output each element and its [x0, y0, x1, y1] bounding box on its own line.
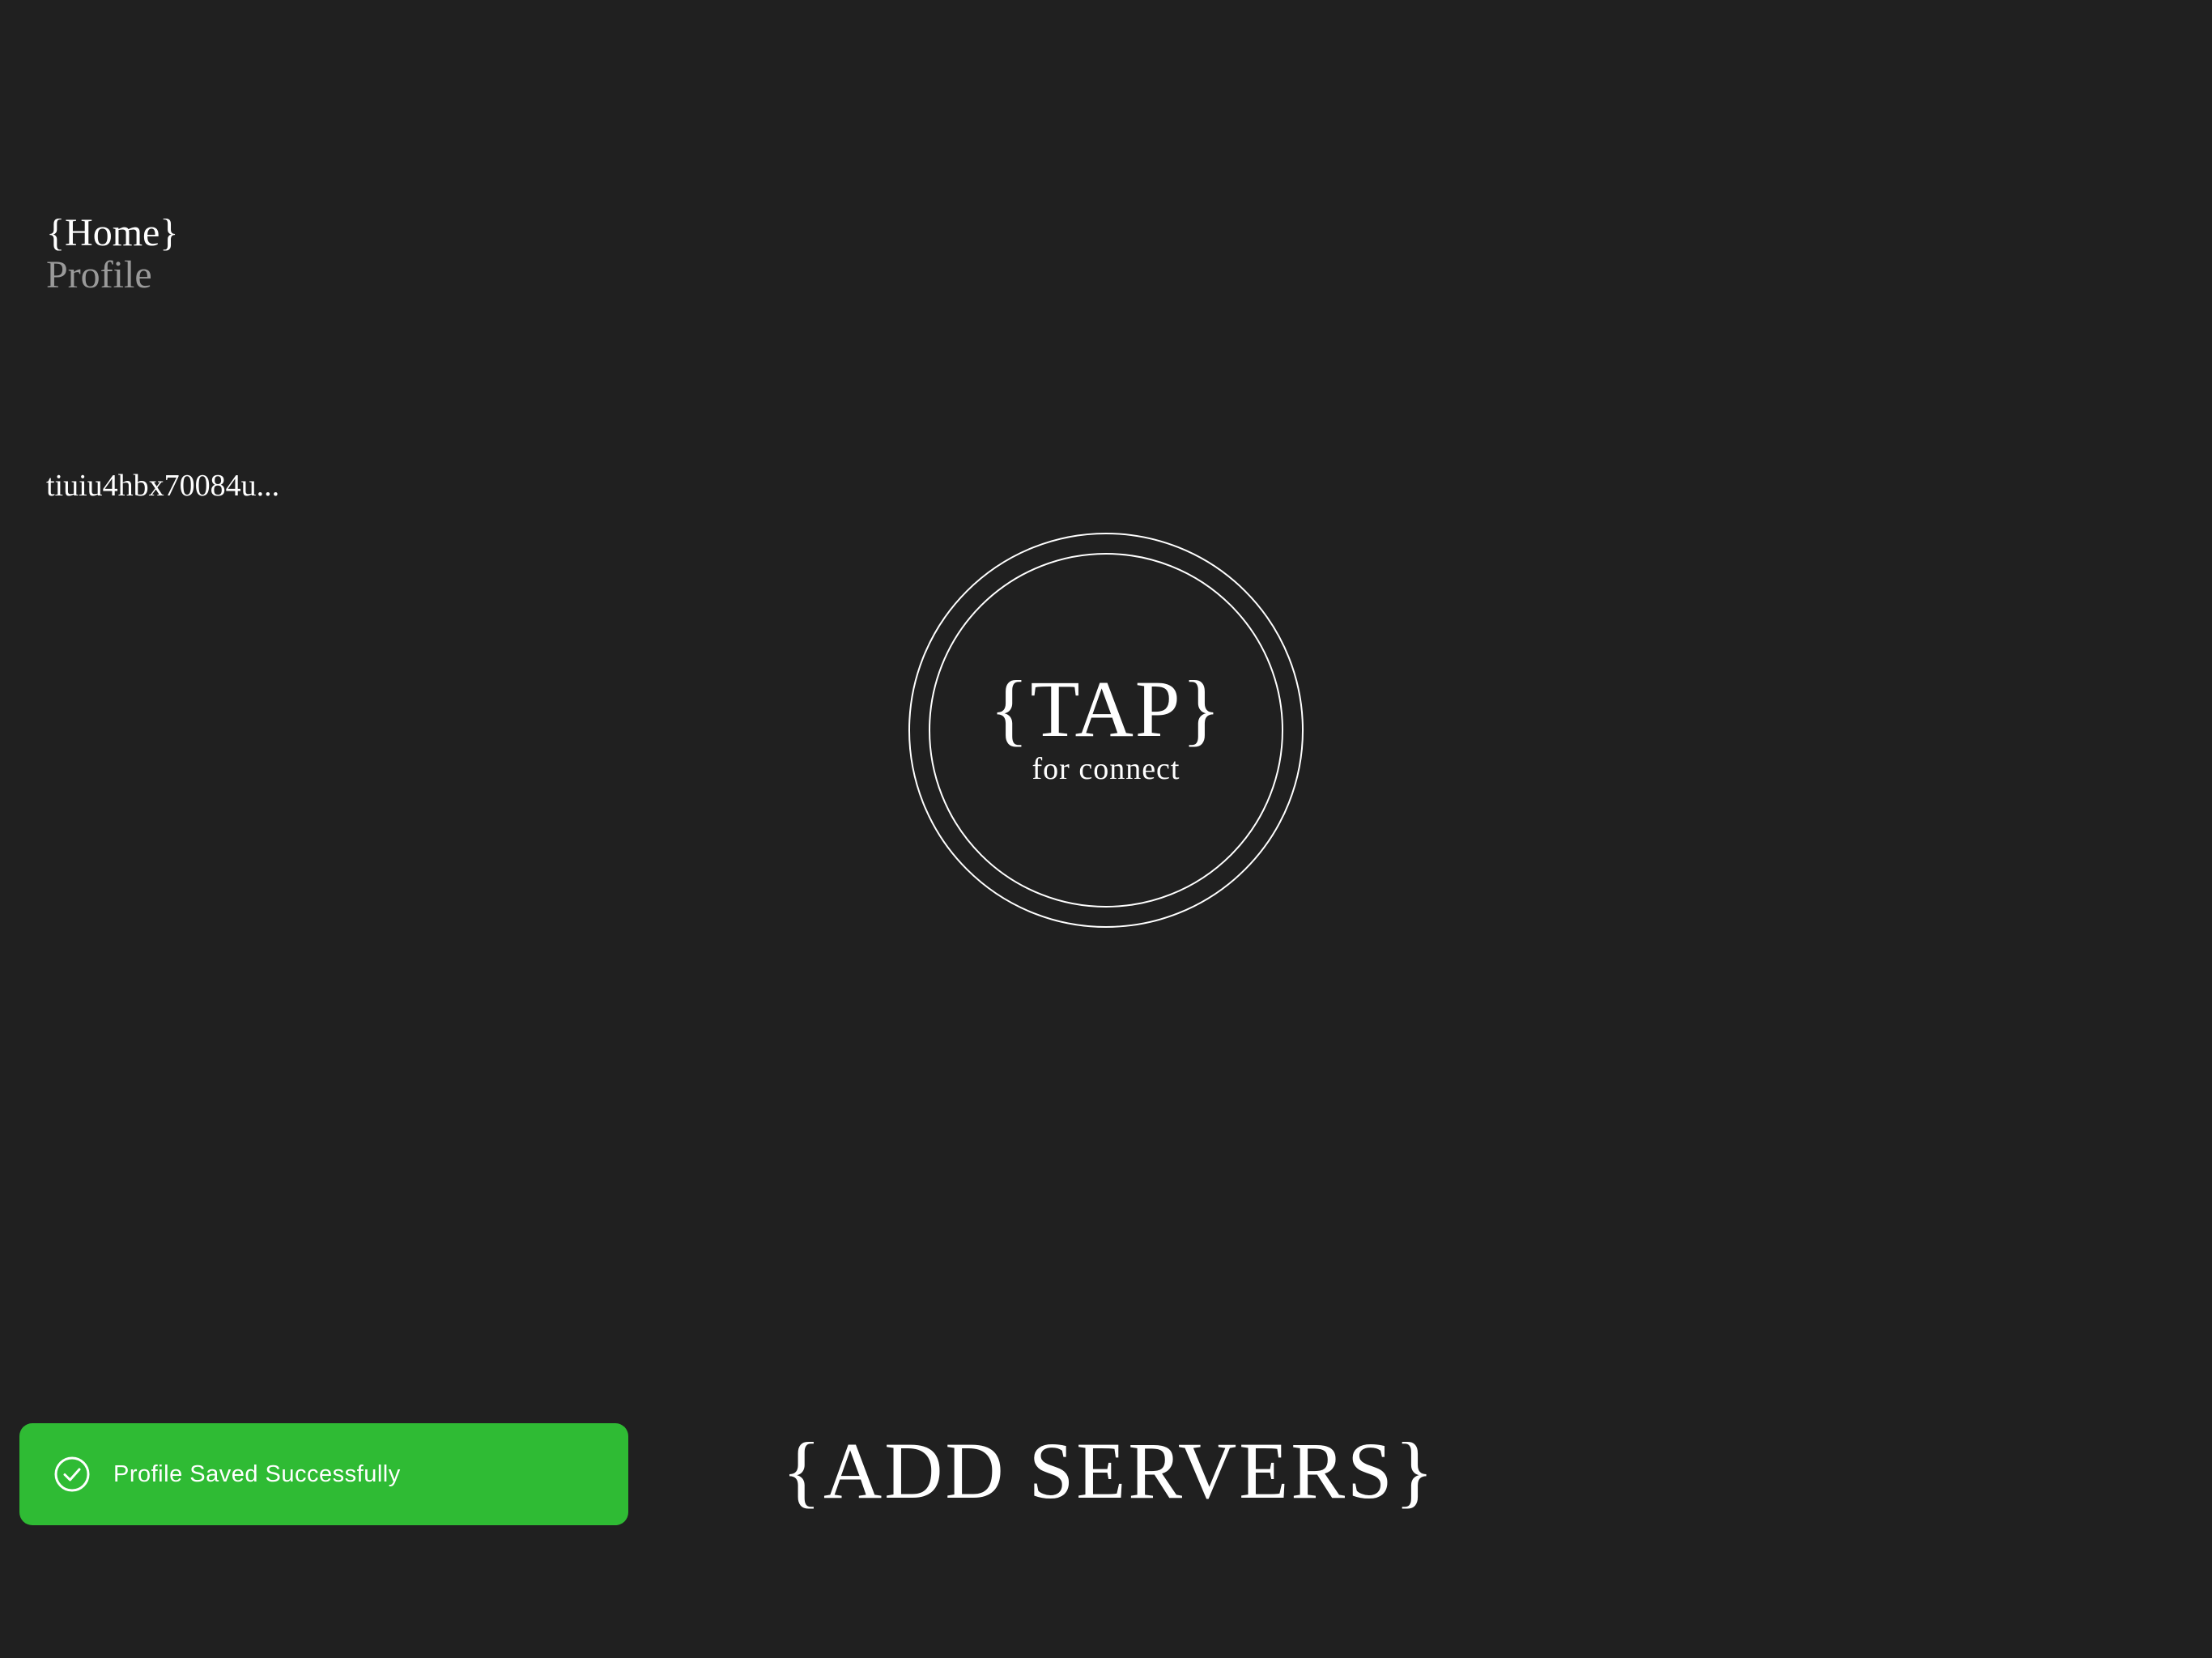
- user-id-text: tiuiu4hbx70084u...: [46, 469, 280, 503]
- add-servers-button[interactable]: {ADD SERVERS}: [782, 1426, 1434, 1516]
- main-nav: {Home} Profile: [46, 212, 178, 296]
- tap-sublabel: for connect: [1032, 752, 1180, 786]
- connect-button[interactable]: {TAP} for connect: [908, 533, 1304, 928]
- toast-message: Profile Saved Successfully: [113, 1461, 401, 1487]
- check-circle-icon: [53, 1456, 91, 1493]
- success-toast: Profile Saved Successfully: [19, 1423, 628, 1525]
- nav-item-profile[interactable]: Profile: [46, 254, 178, 296]
- connect-text: {TAP} for connect: [908, 669, 1304, 787]
- tap-label: {TAP}: [989, 664, 1223, 754]
- nav-item-home[interactable]: {Home}: [46, 212, 178, 254]
